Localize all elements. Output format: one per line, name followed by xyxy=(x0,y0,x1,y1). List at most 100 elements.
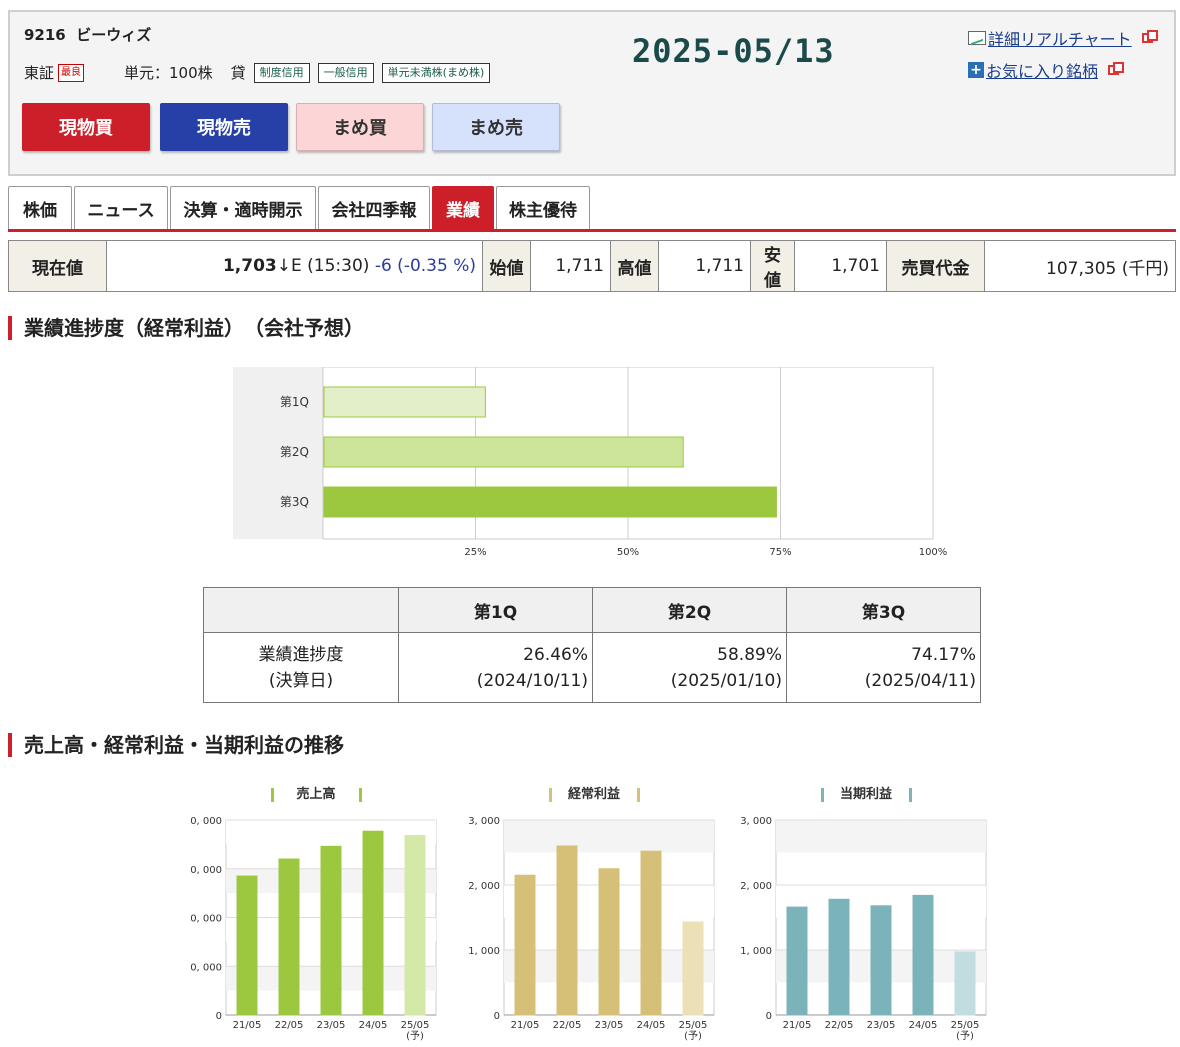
tab-performance[interactable]: 業績 xyxy=(432,186,494,230)
progress-pct-q2: 58.89% xyxy=(717,644,782,665)
progress-section-title: 業績進捗度（経常利益） （会社予想） xyxy=(8,316,364,340)
progress-date-q3: (2025/04/11) xyxy=(864,670,976,691)
buy-button[interactable]: 現物買 xyxy=(22,103,150,151)
tab-news[interactable]: ニュース xyxy=(74,186,168,230)
grid-band xyxy=(504,820,714,853)
y-tick-label: 1, 000 xyxy=(740,946,772,957)
realtime-chart-link-label[interactable]: 詳細リアルチャート xyxy=(988,26,1132,50)
mame-sell-button[interactable]: まめ売 xyxy=(432,103,560,151)
y-category-label: 第3Q xyxy=(280,495,309,509)
mini-chart-title: 売上高 xyxy=(296,786,335,802)
y-tick-label: 0, 000 xyxy=(190,816,222,827)
trend-bar xyxy=(556,845,578,1016)
stock-meta: 東証 最良 単元：100株 貸 制度信用 一般信用 単元未満株(まめ株) xyxy=(24,62,491,83)
legend-mark xyxy=(909,788,912,802)
x-tick-label: 21/05 xyxy=(511,1020,540,1031)
odd-lot-badge: 単元未満株(まめ株) xyxy=(381,62,491,83)
trend-bar xyxy=(954,951,976,1016)
trend-bar xyxy=(640,850,662,1016)
progress-date-q2: (2025/01/10) xyxy=(670,670,782,691)
high-value: 1,711 xyxy=(658,240,751,292)
legend-mark xyxy=(821,788,824,802)
trend-bar xyxy=(320,845,342,1016)
open-label: 始値 xyxy=(482,240,531,292)
open-value: 1,711 xyxy=(530,240,611,292)
y-tick-label: 0, 000 xyxy=(190,914,222,925)
current-price-value: 1,703 xyxy=(222,256,277,276)
progress-row-label-2: (決算日) xyxy=(268,670,334,691)
x-tick-label: 75% xyxy=(769,547,791,558)
x-tick-label: 25/05 xyxy=(951,1020,980,1031)
x-tick-label: 22/05 xyxy=(275,1020,304,1031)
low-label: 安値 xyxy=(750,240,795,292)
progress-cell-q2: 58.89% (2025/01/10) xyxy=(592,632,787,703)
price-change: -6 (-0.35 %) xyxy=(374,256,476,276)
tab-shikiho[interactable]: 会社四季報 xyxy=(318,186,430,230)
progress-date-q1: (2024/10/11) xyxy=(476,670,588,691)
forecast-note: (予) xyxy=(406,1030,424,1042)
stock-code-name: 9216 ビーウィズ xyxy=(24,24,151,45)
favorite-link-label[interactable]: お気に入り銘柄 xyxy=(986,58,1098,82)
x-tick-label: 24/05 xyxy=(359,1020,388,1031)
y-tick-label: 0 xyxy=(494,1011,500,1022)
turnover-label: 売買代金 xyxy=(886,240,985,292)
legend-mark xyxy=(359,788,362,802)
tab-disclosure[interactable]: 決算・適時開示 xyxy=(170,186,316,230)
mame-buy-button[interactable]: まめ買 xyxy=(296,103,424,151)
trend-bar xyxy=(362,830,384,1016)
x-tick-label: 25/05 xyxy=(401,1020,430,1031)
sell-button[interactable]: 現物売 xyxy=(160,103,288,151)
sales-chart: 売上高 0 0, 000 0, 000 0, 000 0, 000 21/05 22/05 23… xyxy=(190,786,437,1042)
margin-badge-general: 一般信用 xyxy=(317,62,374,83)
grid-band xyxy=(776,820,986,853)
exchange-label: 東証 xyxy=(24,64,55,82)
progress-cell-q1: 26.46% (2024/10/11) xyxy=(398,632,593,703)
trend-bar xyxy=(514,874,536,1016)
unit-label: 単元：100株 xyxy=(124,64,213,82)
current-price-cell: 1,703↓E (15:30) -6 (-0.35 %) xyxy=(106,240,483,292)
tab-shareholder-benefits[interactable]: 株主優待 xyxy=(496,186,590,230)
x-tick-label: 25/05 xyxy=(679,1020,708,1031)
progress-col-q2: 第2Q xyxy=(592,587,787,633)
y-tick-label: 0, 000 xyxy=(190,865,222,876)
high-label: 高値 xyxy=(610,240,659,292)
net-profit-chart: 当期利益 0 1, 000 2, 000 3, 000 21/05 22/05 23/05 24… xyxy=(740,786,987,1042)
trend-bar xyxy=(598,868,620,1016)
favorite-link[interactable]: + お気に入り銘柄 xyxy=(968,58,1153,82)
mini-chart-title: 当期利益 xyxy=(840,786,892,802)
ordinary-profit-chart: 経常利益 0 1, 000 2, 000 3, 000 21/05 22/05 23/05 24… xyxy=(468,786,715,1042)
price-time: (15:30) xyxy=(307,256,370,276)
y-tick-label: 0 xyxy=(216,1011,222,1022)
chart-icon xyxy=(968,31,986,45)
x-tick-label: 23/05 xyxy=(867,1020,896,1031)
mini-chart-title: 経常利益 xyxy=(568,786,620,802)
trend-bar xyxy=(278,858,300,1016)
external-window-icon xyxy=(1108,62,1125,75)
x-tick-label: 22/05 xyxy=(825,1020,854,1031)
y-category-label: 第2Q xyxy=(280,445,309,459)
progress-table: 第1Q 第2Q 第3Q 業績進捗度 (決算日) 26.46% (2024/10/… xyxy=(203,587,981,703)
y-tick-label: 0, 000 xyxy=(190,962,222,973)
x-tick-label: 21/05 xyxy=(233,1020,262,1031)
trend-bar xyxy=(912,894,934,1016)
progress-row-label: 業績進捗度 (決算日) xyxy=(203,632,399,703)
legend-mark xyxy=(637,788,640,802)
progress-bar xyxy=(323,436,684,468)
trend-bar xyxy=(786,906,808,1016)
progress-pct-q1: 26.46% xyxy=(523,644,588,665)
realtime-chart-link[interactable]: 詳細リアルチャート xyxy=(968,26,1158,50)
x-tick-label: 23/05 xyxy=(317,1020,346,1031)
lend-label: 貸 xyxy=(230,64,246,82)
low-value: 1,701 xyxy=(794,240,887,292)
forecast-note: (予) xyxy=(684,1030,702,1042)
y-category-label: 第1Q xyxy=(280,395,309,409)
y-tick-label: 2, 000 xyxy=(740,881,772,892)
tab-bar: 株価 ニュース 決算・適時開示 会社四季報 業績 株主優待 xyxy=(8,186,592,230)
forecast-note: (予) xyxy=(956,1030,974,1042)
y-tick-label: 2, 000 xyxy=(468,881,500,892)
stock-name: ビーウィズ xyxy=(76,26,152,44)
tab-stock-price[interactable]: 株価 xyxy=(8,186,72,230)
x-tick-label: 22/05 xyxy=(553,1020,582,1031)
current-price-label: 現在値 xyxy=(8,240,107,292)
external-window-icon xyxy=(1141,30,1158,43)
